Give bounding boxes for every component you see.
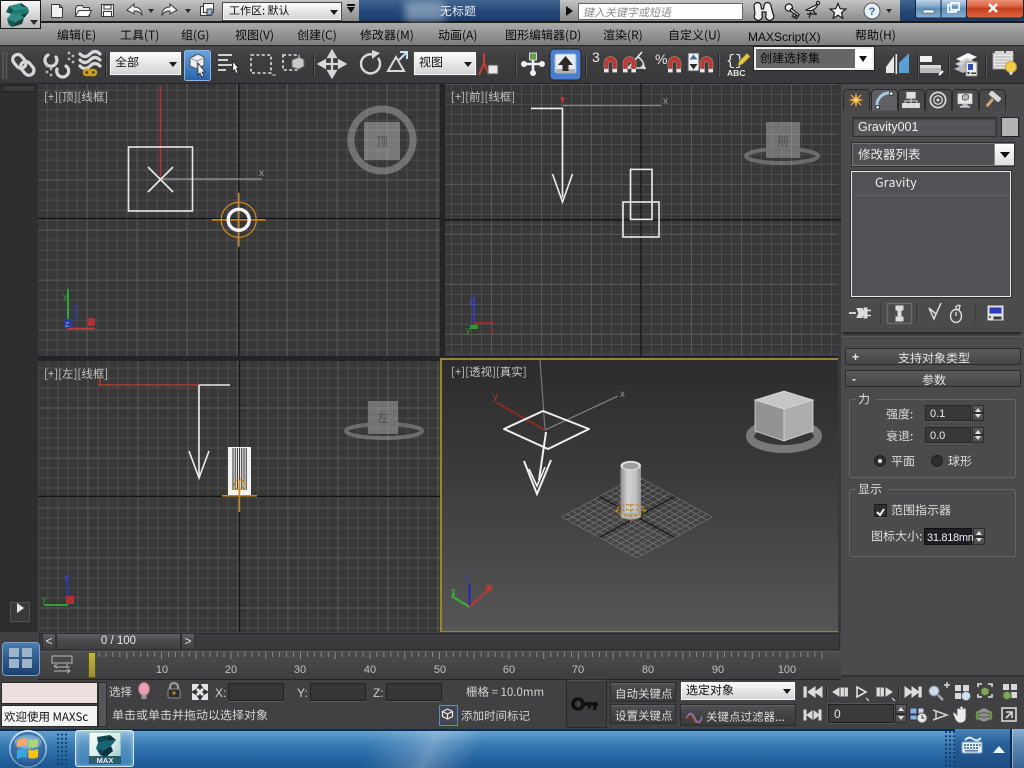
svg-text:x: x xyxy=(663,96,668,107)
svg-text:10: 10 xyxy=(156,664,168,676)
svg-text:x: x xyxy=(259,168,264,179)
svg-text:20: 20 xyxy=(225,664,237,676)
svg-text:z: z xyxy=(64,573,69,583)
svg-text:80: 80 xyxy=(642,664,654,676)
svg-text:ABC: ABC xyxy=(727,68,745,78)
svg-text:100: 100 xyxy=(778,664,796,676)
svg-text:左: 左 xyxy=(377,410,389,425)
svg-text:顶: 顶 xyxy=(376,135,388,149)
svg-text:y: y xyxy=(42,594,47,604)
svg-text:3: 3 xyxy=(592,49,600,65)
svg-text:?: ? xyxy=(869,6,876,18)
svg-text:x: x xyxy=(490,326,495,336)
svg-text:y: y xyxy=(63,291,68,301)
svg-text:90: 90 xyxy=(712,664,724,676)
svg-text:30: 30 xyxy=(294,664,306,676)
svg-text:y: y xyxy=(466,325,471,335)
svg-text:MAX: MAX xyxy=(97,756,114,764)
svg-text:前: 前 xyxy=(777,133,789,148)
svg-text:z: z xyxy=(65,319,70,329)
svg-text:40: 40 xyxy=(364,664,376,676)
svg-text:z: z xyxy=(469,297,474,307)
svg-text:x: x xyxy=(620,389,625,400)
svg-text:z: z xyxy=(465,573,470,584)
svg-text:50: 50 xyxy=(434,664,446,676)
svg-text:60: 60 xyxy=(503,664,515,676)
svg-text:y: y xyxy=(493,392,498,403)
svg-text:%: % xyxy=(655,51,667,67)
svg-text:70: 70 xyxy=(572,664,584,676)
